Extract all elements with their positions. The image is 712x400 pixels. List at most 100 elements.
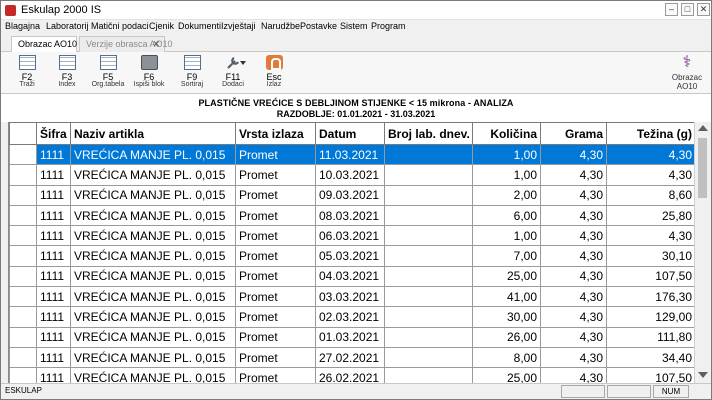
cell-kolicina[interactable]: 1,00 [472, 164, 541, 186]
cell-naziv[interactable]: VREĆICA MANJE PL. 0,015 [70, 164, 236, 186]
table-row[interactable]: 1111 VREĆICA MANJE PL. 0,015 Promet 01.03.2… [9, 326, 694, 348]
addons-button[interactable]: F11 Dodaci [213, 55, 253, 93]
column-header-tezina[interactable]: Težina (g) [606, 122, 694, 145]
table-row[interactable]: 1111 VREĆICA MANJE PL. 0,015 Promet 02.03.2… [9, 306, 694, 328]
cell-tezina[interactable]: 30,10 [606, 245, 694, 267]
table-row[interactable]: 1111 VREĆICA MANJE PL. 0,015 Promet 26.02.2… [9, 367, 694, 383]
tab-verzije-obrasca[interactable]: Verzije obrasca AO10 ✕ [79, 36, 173, 52]
column-header-naziv[interactable]: Naziv artikla [70, 122, 236, 145]
cell-sifra[interactable]: 1111 [36, 346, 71, 369]
cell-sifra[interactable]: 1111 [36, 265, 71, 288]
column-header-grama[interactable]: Grama [540, 122, 607, 145]
cell-kolicina[interactable]: 25,00 [472, 265, 541, 288]
cell-broj-lab[interactable] [384, 245, 473, 267]
row-indicator[interactable] [9, 204, 37, 227]
cell-kolicina[interactable]: 7,00 [472, 245, 541, 267]
row-indicator[interactable] [9, 286, 37, 308]
cell-tezina[interactable]: 4,30 [606, 164, 694, 186]
cell-broj-lab[interactable] [384, 204, 473, 227]
cell-tezina[interactable]: 34,40 [606, 346, 694, 369]
table-row[interactable]: 1111 VREĆICA MANJE PL. 0,015 Promet 10.03.2… [9, 164, 694, 186]
cell-sifra[interactable]: 1111 [36, 225, 71, 247]
cell-tezina[interactable]: 25,80 [606, 204, 694, 227]
column-header-sifra[interactable]: Šifra [36, 122, 71, 145]
column-header-kolicina[interactable]: Količina [472, 122, 541, 145]
print-block-button[interactable]: F6 Ispiši blok [129, 55, 169, 93]
cell-naziv[interactable]: VREĆICA MANJE PL. 0,015 [70, 225, 236, 247]
cell-datum[interactable]: 03.03.2021 [315, 286, 385, 308]
cell-naziv[interactable]: VREĆICA MANJE PL. 0,015 [70, 245, 236, 267]
column-header-vrsta[interactable]: Vrsta izlaza [235, 122, 316, 145]
cell-vrsta[interactable]: Promet [235, 143, 316, 166]
menu-item-dokumenti[interactable]: Dokumenti [178, 21, 221, 31]
scroll-thumb[interactable] [698, 138, 707, 198]
cell-kolicina[interactable]: 25,00 [472, 367, 541, 383]
cell-datum[interactable]: 06.03.2021 [315, 225, 385, 247]
table-row[interactable]: 1111 VREĆICA MANJE PL. 0,015 Promet 08.03.2… [9, 204, 694, 227]
table-row[interactable]: 1111 VREĆICA MANJE PL. 0,015 Promet 06.03.2… [9, 225, 694, 247]
cell-vrsta[interactable]: Promet [235, 346, 316, 369]
cell-datum[interactable]: 04.03.2021 [315, 265, 385, 288]
cell-kolicina[interactable]: 26,00 [472, 326, 541, 348]
cell-datum[interactable]: 09.03.2021 [315, 184, 385, 206]
row-indicator[interactable] [9, 245, 37, 267]
row-indicator[interactable] [9, 346, 37, 369]
cell-broj-lab[interactable] [384, 367, 473, 383]
title-bar[interactable]: Eskulap 2000 IS – □ ✕ [1, 1, 711, 20]
table-row[interactable]: 1111 VREĆICA MANJE PL. 0,015 Promet 27.02.2… [9, 346, 694, 369]
menu-item-postavke[interactable]: Postavke [300, 21, 337, 31]
menu-item-blagajna[interactable]: Blagajna [5, 21, 40, 31]
cell-naziv[interactable]: VREĆICA MANJE PL. 0,015 [70, 286, 236, 308]
data-grid[interactable]: Šifra Naziv artikla Vrsta izlaza Datum B… [8, 122, 694, 383]
cell-grama[interactable]: 4,30 [540, 143, 607, 166]
minimize-button[interactable]: – [665, 3, 678, 16]
cell-datum[interactable]: 05.03.2021 [315, 245, 385, 267]
cell-broj-lab[interactable] [384, 265, 473, 288]
cell-tezina[interactable]: 107,50 [606, 367, 694, 383]
exit-button[interactable]: Esc Izlaz [254, 55, 294, 93]
obrazac-ao10-button[interactable]: ⚕ Obrazac AO10 [669, 55, 705, 93]
vertical-scrollbar[interactable] [694, 122, 710, 383]
cell-grama[interactable]: 4,30 [540, 346, 607, 369]
cell-grama[interactable]: 4,30 [540, 286, 607, 308]
menu-item-izvjestaji[interactable]: Izvještaji [221, 21, 256, 31]
cell-vrsta[interactable]: Promet [235, 225, 316, 247]
cell-vrsta[interactable]: Promet [235, 245, 316, 267]
cell-vrsta[interactable]: Promet [235, 306, 316, 328]
cell-grama[interactable]: 4,30 [540, 184, 607, 206]
cell-grama[interactable]: 4,30 [540, 164, 607, 186]
cell-kolicina[interactable]: 2,00 [472, 184, 541, 206]
table-row[interactable]: 1111 VREĆICA MANJE PL. 0,015 Promet 03.03.2… [9, 286, 694, 308]
menu-item-narudzbe[interactable]: Narudžbe [261, 21, 300, 31]
menu-item-sistem[interactable]: Sistem [340, 21, 368, 31]
cell-vrsta[interactable]: Promet [235, 204, 316, 227]
table-row[interactable]: 1111 VREĆICA MANJE PL. 0,015 Promet 11.03.2… [9, 143, 694, 166]
cell-datum[interactable]: 08.03.2021 [315, 204, 385, 227]
cell-vrsta[interactable]: Promet [235, 184, 316, 206]
cell-kolicina[interactable]: 8,00 [472, 346, 541, 369]
table-row[interactable]: 1111 VREĆICA MANJE PL. 0,015 Promet 09.03.2… [9, 184, 694, 206]
row-indicator[interactable] [9, 184, 37, 206]
cell-tezina[interactable]: 4,30 [606, 143, 694, 166]
tab-close-icon[interactable]: ✕ [152, 37, 160, 51]
menu-item-program[interactable]: Program [371, 21, 406, 31]
cell-sifra[interactable]: 1111 [36, 184, 71, 206]
cell-datum[interactable]: 27.02.2021 [315, 346, 385, 369]
cell-sifra[interactable]: 1111 [36, 164, 71, 186]
cell-naziv[interactable]: VREĆICA MANJE PL. 0,015 [70, 306, 236, 328]
tab-obrazac-ao10[interactable]: Obrazac AO10 [11, 36, 77, 52]
menu-item-cjenik[interactable]: Cjenik [149, 21, 174, 31]
cell-vrsta[interactable]: Promet [235, 286, 316, 308]
cell-broj-lab[interactable] [384, 184, 473, 206]
cell-sifra[interactable]: 1111 [36, 204, 71, 227]
cell-grama[interactable]: 4,30 [540, 265, 607, 288]
row-indicator[interactable] [9, 164, 37, 186]
cell-datum[interactable]: 02.03.2021 [315, 306, 385, 328]
cell-naziv[interactable]: VREĆICA MANJE PL. 0,015 [70, 346, 236, 369]
cell-sifra[interactable]: 1111 [36, 367, 71, 383]
cell-tezina[interactable]: 176,30 [606, 286, 694, 308]
maximize-button[interactable]: □ [681, 3, 694, 16]
cell-tezina[interactable]: 4,30 [606, 225, 694, 247]
search-button[interactable]: F2 Traži [7, 55, 47, 93]
scroll-up-icon[interactable] [698, 125, 708, 131]
